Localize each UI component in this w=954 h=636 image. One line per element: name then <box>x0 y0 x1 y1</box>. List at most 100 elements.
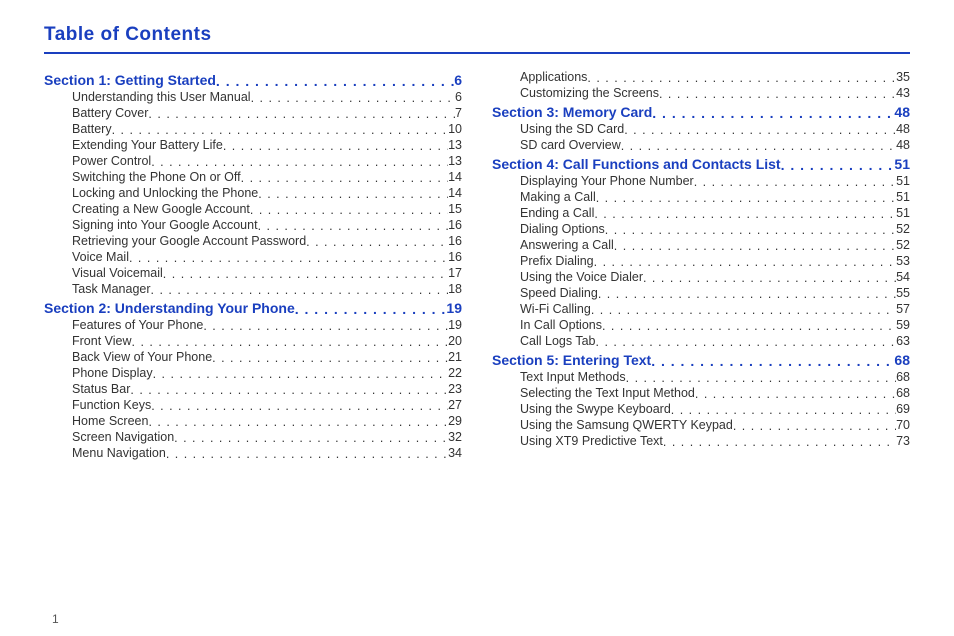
toc-item-page[interactable]: 22 <box>448 366 462 380</box>
toc-item-page[interactable]: 52 <box>896 222 910 236</box>
toc-item-label[interactable]: Selecting the Text Input Method <box>520 386 695 400</box>
toc-item-label[interactable]: Battery Cover <box>72 106 148 120</box>
toc-section-label[interactable]: Section 3: Memory Card <box>492 104 652 120</box>
toc-section-row: Section 3: Memory Card . . . . . . . . .… <box>492 104 910 120</box>
toc-item-label[interactable]: Features of Your Phone <box>72 318 203 332</box>
toc-item-label[interactable]: Prefix Dialing <box>520 254 594 268</box>
toc-item-page[interactable]: 16 <box>448 250 462 264</box>
toc-item-label[interactable]: Function Keys <box>72 398 151 412</box>
toc-item-label[interactable]: Screen Navigation <box>72 430 174 444</box>
toc-section-label[interactable]: Section 1: Getting Started <box>44 72 216 88</box>
toc-item-page[interactable]: 68 <box>896 386 910 400</box>
toc-item-label[interactable]: Using the Samsung QWERTY Keypad <box>520 418 733 432</box>
toc-item-label[interactable]: Dialing Options <box>520 222 605 236</box>
toc-item-page[interactable]: 57 <box>896 302 910 316</box>
toc-item-page[interactable]: 18 <box>448 282 462 296</box>
toc-section-label[interactable]: Section 5: Entering Text <box>492 352 651 368</box>
toc-item-page[interactable]: 48 <box>896 122 910 136</box>
toc-item-page[interactable]: 14 <box>448 170 462 184</box>
toc-item-label[interactable]: Applications <box>520 70 587 84</box>
toc-item-label[interactable]: Customizing the Screens <box>520 86 659 100</box>
toc-item-page[interactable]: 68 <box>896 370 910 384</box>
toc-item-page[interactable]: 16 <box>448 234 462 248</box>
toc-section-page[interactable]: 6 <box>454 72 462 88</box>
toc-item-page[interactable]: 14 <box>448 186 462 200</box>
toc-item-label[interactable]: Ending a Call <box>520 206 594 220</box>
toc-item-label[interactable]: Making a Call <box>520 190 596 204</box>
toc-item-label[interactable]: Text Input Methods <box>520 370 626 384</box>
toc-item-page[interactable]: 23 <box>448 382 462 396</box>
toc-item-label[interactable]: Using the SD Card <box>520 122 624 136</box>
toc-item-label[interactable]: Using the Voice Dialer <box>520 270 643 284</box>
toc-item-label[interactable]: Locking and Unlocking the Phone <box>72 186 258 200</box>
toc-item-page[interactable]: 59 <box>896 318 910 332</box>
toc-item-label[interactable]: Using the Swype Keyboard <box>520 402 671 416</box>
toc-item-page[interactable]: 73 <box>896 434 910 448</box>
toc-item-page[interactable]: 51 <box>896 190 910 204</box>
toc-item-label[interactable]: Power Control <box>72 154 151 168</box>
toc-item-label[interactable]: Understanding this User Manual <box>72 90 251 104</box>
toc-item-page[interactable]: 55 <box>896 286 910 300</box>
toc-item-page[interactable]: 21 <box>448 350 462 364</box>
toc-item-page[interactable]: 63 <box>896 334 910 348</box>
toc-item-page[interactable]: 10 <box>448 122 462 136</box>
toc-item-label[interactable]: Extending Your Battery Life <box>72 138 223 152</box>
toc-item-page[interactable]: 69 <box>896 402 910 416</box>
toc-item-page[interactable]: 7 <box>455 106 462 120</box>
toc-item-page[interactable]: 53 <box>896 254 910 268</box>
toc-section-label[interactable]: Section 2: Understanding Your Phone <box>44 300 295 316</box>
toc-leader: . . . . . . . . . . . . . . . . . . . . … <box>594 255 896 268</box>
toc-section-page[interactable]: 68 <box>894 352 910 368</box>
toc-item-page[interactable]: 51 <box>896 174 910 188</box>
toc-item-page[interactable]: 51 <box>896 206 910 220</box>
toc-item-label[interactable]: Displaying Your Phone Number <box>520 174 694 188</box>
toc-item-page[interactable]: 70 <box>896 418 910 432</box>
toc-section-page[interactable]: 51 <box>894 156 910 172</box>
toc-item-label[interactable]: Wi-Fi Calling <box>520 302 591 316</box>
toc-item-label[interactable]: Call Logs Tab <box>520 334 596 348</box>
toc-item-label[interactable]: Voice Mail <box>72 250 129 264</box>
toc-item-label[interactable]: Menu Navigation <box>72 446 166 460</box>
toc-item-page[interactable]: 13 <box>448 138 462 152</box>
toc-item-page[interactable]: 16 <box>448 218 462 232</box>
toc-item-label[interactable]: Front View <box>72 334 132 348</box>
toc-section-page[interactable]: 19 <box>446 300 462 316</box>
toc-item-page[interactable]: 17 <box>448 266 462 280</box>
toc-item-label[interactable]: Battery <box>72 122 112 136</box>
toc-item-page[interactable]: 19 <box>448 318 462 332</box>
toc-item-page[interactable]: 54 <box>896 270 910 284</box>
toc-item-label[interactable]: Speed Dialing <box>520 286 598 300</box>
toc-item-label[interactable]: SD card Overview <box>520 138 621 152</box>
toc-item-page[interactable]: 13 <box>448 154 462 168</box>
toc-item-label[interactable]: Signing into Your Google Account <box>72 218 258 232</box>
toc-item-label[interactable]: Retrieving your Google Account Password <box>72 234 306 248</box>
toc-item-label[interactable]: Phone Display <box>72 366 153 380</box>
toc-item-page[interactable]: 20 <box>448 334 462 348</box>
toc-item-row: Back View of Your Phone . . . . . . . . … <box>44 350 462 364</box>
toc-item-row: Creating a New Google Account . . . . . … <box>44 202 462 216</box>
toc-item-label[interactable]: Home Screen <box>72 414 148 428</box>
toc-item-page[interactable]: 35 <box>896 70 910 84</box>
toc-item-label[interactable]: Visual Voicemail <box>72 266 163 280</box>
toc-item-label[interactable]: Creating a New Google Account <box>72 202 250 216</box>
toc-item-page[interactable]: 34 <box>448 446 462 460</box>
toc-item-label[interactable]: In Call Options <box>520 318 602 332</box>
toc-item-page[interactable]: 15 <box>448 202 462 216</box>
toc-section-label[interactable]: Section 4: Call Functions and Contacts L… <box>492 156 781 172</box>
toc-item-label[interactable]: Switching the Phone On or Off <box>72 170 241 184</box>
toc-item-label[interactable]: Using XT9 Predictive Text <box>520 434 663 448</box>
toc-leader: . . . . . . . . . . . . . . . . . . . . … <box>212 351 448 364</box>
toc-item-page[interactable]: 32 <box>448 430 462 444</box>
toc-section-page[interactable]: 48 <box>894 104 910 120</box>
toc-item-row: Function Keys . . . . . . . . . . . . . … <box>44 398 462 412</box>
toc-item-page[interactable]: 43 <box>896 86 910 100</box>
toc-item-label[interactable]: Task Manager <box>72 282 151 296</box>
toc-item-page[interactable]: 6 <box>455 90 462 104</box>
toc-item-page[interactable]: 27 <box>448 398 462 412</box>
toc-item-page[interactable]: 52 <box>896 238 910 252</box>
toc-item-page[interactable]: 48 <box>896 138 910 152</box>
toc-item-label[interactable]: Back View of Your Phone <box>72 350 212 364</box>
toc-item-label[interactable]: Status Bar <box>72 382 130 396</box>
toc-item-page[interactable]: 29 <box>448 414 462 428</box>
toc-item-label[interactable]: Answering a Call <box>520 238 614 252</box>
